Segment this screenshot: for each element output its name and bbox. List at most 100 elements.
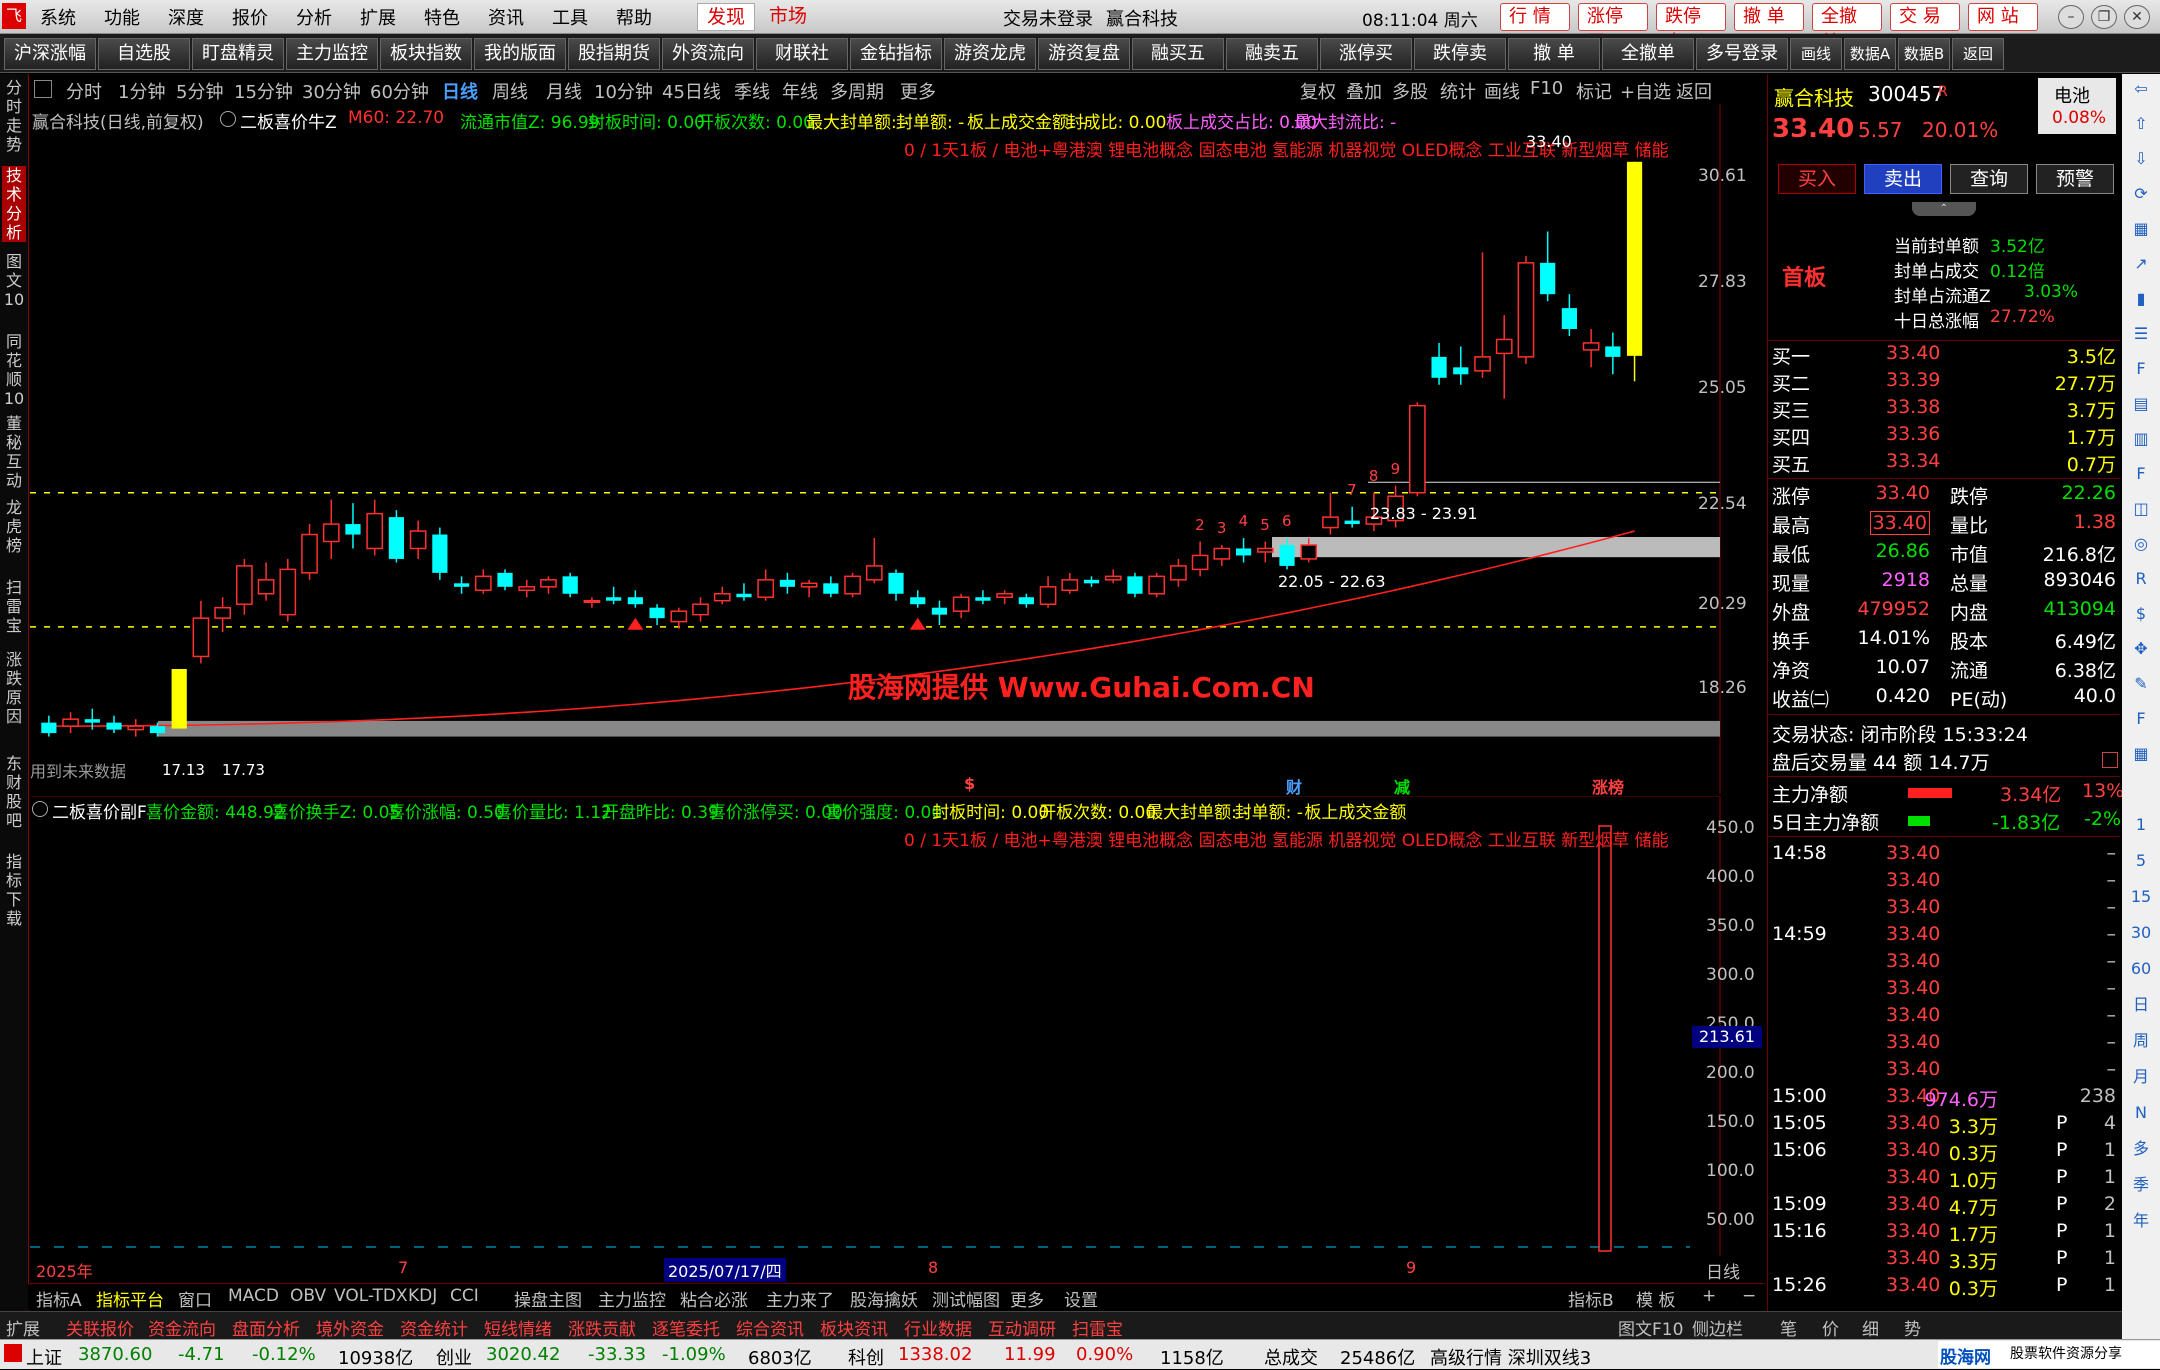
indicator-tab[interactable]: 更多 [1010,1286,1044,1311]
func-tab[interactable]: 板块资讯 [820,1315,888,1340]
toolbar-button[interactable]: 数据B [1898,38,1950,70]
indicator-right[interactable]: 模 板 [1636,1286,1675,1311]
indicator-tab[interactable]: KDJ [408,1286,437,1306]
main-indicator-name[interactable]: 二板喜价牛Z [240,108,337,133]
top-button[interactable]: 跌停卖 [1656,3,1726,53]
candle-icon[interactable]: ▮ [2130,288,2152,310]
event-marker[interactable]: $ [964,774,975,793]
toolbar-button[interactable]: 画线 [1790,38,1842,70]
left-tab[interactable]: 董秘互动 [2,414,26,490]
menu-item[interactable]: 特色 [424,4,460,30]
left-tab[interactable]: 扫雷宝 [2,578,26,635]
candle[interactable] [1517,255,1535,364]
menu-discover[interactable]: 发现 [697,3,755,31]
period-right-item[interactable]: 标记 [1576,78,1612,104]
func-tab[interactable]: 行业数据 [904,1315,972,1340]
func-right[interactable]: 笔 [1780,1315,1797,1340]
menu-item[interactable]: 报价 [232,4,268,30]
menu-market[interactable]: 市场 [760,3,816,29]
toolbar-button[interactable]: 融卖五 [1226,38,1318,70]
sub-chart[interactable]: 二板喜价副F 喜价金额: 448.92 喜价换手Z: 0.05 喜价涨幅: 0.50… [30,795,1765,1283]
indicator-tab[interactable]: MACD [228,1286,279,1306]
bid-price[interactable]: 33.34 [1886,450,1940,472]
f10-icon[interactable]: F [2130,358,2152,380]
bid-price[interactable]: 33.40 [1886,342,1940,364]
indicator-tab[interactable]: 粘合必涨 [680,1286,748,1311]
toolbar-button[interactable]: 板块指数 [380,38,472,70]
chart2-icon[interactable]: ▦ [2130,743,2152,765]
toolbar-button[interactable]: 盯盘精灵 [192,38,284,70]
period-item[interactable]: 45日线 [662,78,721,104]
menu-item[interactable]: 帮助 [616,4,652,30]
indicator-tab[interactable]: OBV [290,1286,326,1306]
period-item[interactable]: 日线 [442,78,478,104]
book-icon[interactable]: ▥ [2130,428,2152,450]
toolbar-button[interactable]: 我的版面 [474,38,566,70]
period-item[interactable]: 月线 [546,78,582,104]
ris-icon[interactable]: R [2130,568,2152,590]
left-tab[interactable]: 涨跌原因 [2,650,26,726]
top-button[interactable]: 撤 单 [1734,3,1804,31]
period-shortcut[interactable]: 季 [2130,1174,2152,1196]
period-item[interactable]: 1分钟 [118,78,165,104]
func-tab[interactable]: 扫雷宝 [1072,1315,1123,1340]
sh-label[interactable]: 上证 [26,1344,62,1370]
left-tab[interactable]: 东财股吧 [2,754,26,830]
toggle-panel-icon[interactable] [34,80,52,98]
event-marker[interactable]: 财 [1286,774,1302,798]
period-right-item[interactable]: 复权 [1300,78,1336,104]
func-right[interactable]: 势 [1904,1315,1921,1340]
candle[interactable] [844,572,861,598]
indicator-tab[interactable]: VOL-TDX [334,1286,408,1306]
toolbar-button[interactable]: 返回 [1952,38,2004,70]
restore-icon[interactable]: ❐ [2091,5,2117,29]
fs-icon[interactable]: F [2130,708,2152,730]
indicator-tab[interactable]: 窗口 [178,1286,212,1311]
toolbar-button[interactable]: 股指期货 [568,38,660,70]
menu-item[interactable]: 系统 [40,4,76,30]
period-item[interactable]: 年线 [782,78,818,104]
left-tab[interactable]: 龙虎榜 [2,498,26,555]
period-item[interactable]: 更多 [900,78,936,104]
left-tab[interactable]: 指标下载 [2,852,26,928]
func-right[interactable]: 价 [1822,1315,1839,1340]
candle[interactable] [562,572,578,598]
period-shortcut[interactable]: 15 [2130,886,2152,908]
period-shortcut[interactable]: 月 [2130,1066,2152,1088]
login-status[interactable]: 交易未登录 [1003,5,1093,31]
period-shortcut[interactable]: 日 [2130,994,2152,1016]
period-shortcut[interactable]: 60 [2130,958,2152,980]
sub-chart-svg[interactable] [30,795,1765,1256]
candle[interactable] [1408,402,1426,497]
stock-name[interactable]: 赢合科技 [1774,82,1854,111]
query-button[interactable]: 查询 [1950,164,2028,194]
candle[interactable] [388,510,405,563]
toolbar-button[interactable]: 涨停买 [1320,38,1412,70]
fz-icon[interactable]: F [2130,463,2152,485]
sub-indicator-name[interactable]: 二板喜价副F [52,798,147,823]
toolbar-button[interactable]: 外资流向 [662,38,754,70]
period-shortcut[interactable]: 多 [2130,1138,2152,1160]
period-shortcut[interactable]: 年 [2130,1210,2152,1232]
period-right-item[interactable]: +自选 [1620,78,1671,104]
indicator-tab[interactable]: 指标平台 [96,1286,164,1311]
doc-icon[interactable]: ☰ [2130,323,2152,345]
collapse-icon[interactable]: ⌃ [1912,202,1976,216]
pencil-icon[interactable]: ✎ [2130,673,2152,695]
buy-button[interactable]: 买入 [1778,164,1856,194]
chart-mini-icon[interactable] [2102,752,2118,768]
indicator-right[interactable]: − [1742,1286,1756,1306]
sub-indicator-toggle-icon[interactable] [32,801,48,817]
indicator-tab[interactable]: 主力来了 [766,1286,834,1311]
trend-icon[interactable]: ↗ [2130,253,2152,275]
period-right-item[interactable]: 画线 [1484,78,1520,104]
toolbar-button[interactable]: 全撤单 [1602,38,1694,70]
top-button[interactable]: 全撤单 [1812,3,1882,53]
toolbar-button[interactable]: 跌停卖 [1414,38,1506,70]
func-tab[interactable]: 盘面分析 [232,1315,300,1340]
refresh-icon[interactable]: ⟳ [2130,183,2152,205]
period-right-item[interactable]: 统计 [1440,78,1476,104]
menu-item[interactable]: 分析 [296,4,332,30]
toolbar-button[interactable]: 主力监控 [286,38,378,70]
func-right[interactable]: 细 [1862,1315,1879,1340]
